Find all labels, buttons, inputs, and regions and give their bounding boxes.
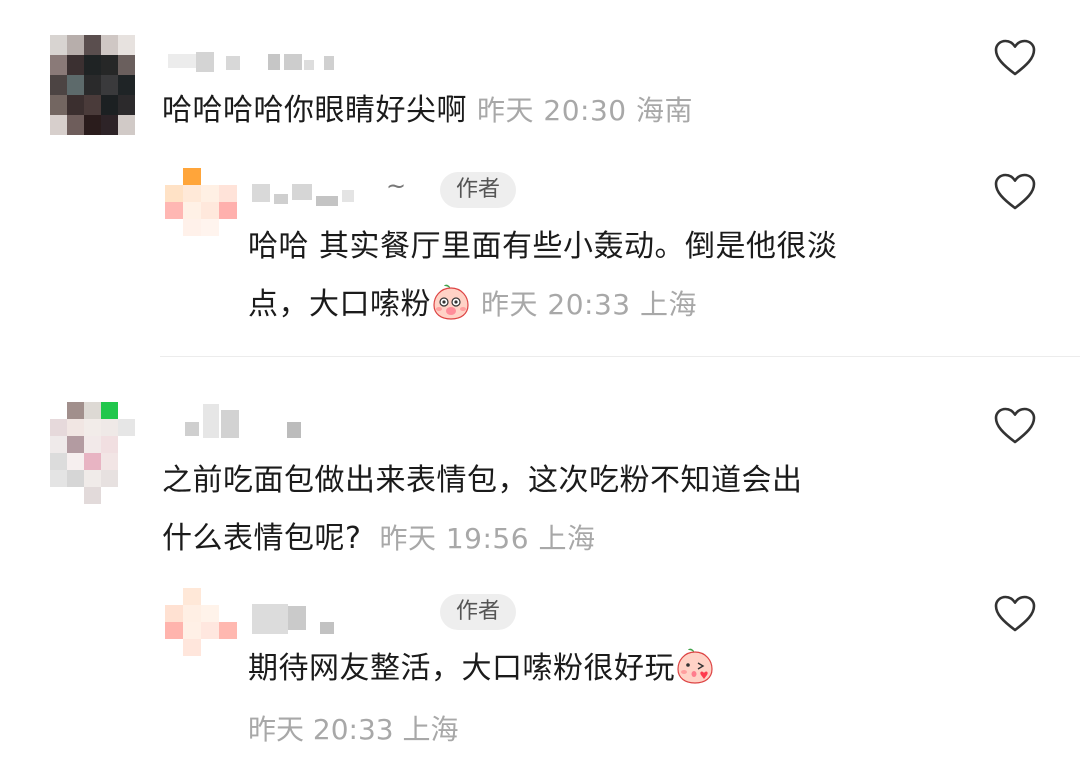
heart-outline-icon[interactable] xyxy=(993,594,1037,634)
comment-text: 什么表情包呢? xyxy=(162,521,362,556)
comment-time: 昨天 20:30 xyxy=(477,94,627,127)
kissing-peach-emoji xyxy=(677,648,713,684)
comment-meta: 昨天 20:30 海南 xyxy=(477,94,693,127)
comment-text: 期待网友整活，大口嗦粉很好玩 xyxy=(248,651,675,686)
author-badge: 作者 xyxy=(440,594,517,630)
comment-meta: 昨天 19:56 上海 xyxy=(379,522,595,555)
username-blurred[interactable] xyxy=(252,604,342,634)
avatar[interactable] xyxy=(50,35,135,135)
comment-time: 昨天 19:56 xyxy=(379,522,530,555)
heart-outline-icon[interactable] xyxy=(993,38,1037,78)
comment-meta: 昨天 20:33 上海 xyxy=(481,288,697,321)
comment-time: 昨天 20:33 xyxy=(481,288,631,321)
comment-text-line: 什么表情包呢? 昨天 19:56 上海 xyxy=(162,510,803,568)
comment-body: 哈哈 其实餐厅里面有些小轰动。倒是他很淡 点，大口嗦粉 昨天 20:33 上海 xyxy=(248,218,838,334)
comment-location: 海南 xyxy=(636,94,694,127)
avatar[interactable] xyxy=(165,168,237,236)
comment-meta: 昨天 20:33 上海 xyxy=(248,708,459,748)
comment-body: 哈哈哈哈你眼睛好尖啊 昨天 20:30 海南 xyxy=(162,82,693,140)
comment-body: 之前吃面包做出来表情包，这次吃粉不知道会出 什么表情包呢? 昨天 19:56 上海 xyxy=(162,452,803,568)
username-blurred[interactable] xyxy=(168,52,343,72)
avatar[interactable] xyxy=(50,402,135,504)
comment-body: 期待网友整活，大口嗦粉很好玩 xyxy=(248,640,715,698)
comment-location: 上海 xyxy=(538,522,596,555)
comment-divider xyxy=(160,356,1080,357)
heart-outline-icon[interactable] xyxy=(993,406,1037,446)
username-blurred[interactable] xyxy=(185,404,305,438)
username-suffix: ~ xyxy=(386,172,407,200)
avatar[interactable] xyxy=(165,588,237,656)
comment-text: 哈哈哈哈你眼睛好尖啊 xyxy=(162,93,467,128)
comment-text-line: 之前吃面包做出来表情包，这次吃粉不知道会出 xyxy=(162,463,803,498)
heart-outline-icon[interactable] xyxy=(993,172,1037,212)
username-blurred[interactable] xyxy=(252,184,362,206)
comment-location: 上海 xyxy=(640,288,698,321)
comment-location: 上海 xyxy=(402,713,459,746)
comment-text: 点，大口嗦粉 xyxy=(248,287,431,322)
comment-time: 昨天 20:33 xyxy=(248,713,394,746)
blushing-peach-emoji xyxy=(433,284,469,320)
comment-text-line: 哈哈 其实餐厅里面有些小轰动。倒是他很淡 xyxy=(248,229,838,264)
author-badge: 作者 xyxy=(440,172,517,208)
comment-text-line: 点，大口嗦粉 昨天 20:33 上海 xyxy=(248,276,838,334)
